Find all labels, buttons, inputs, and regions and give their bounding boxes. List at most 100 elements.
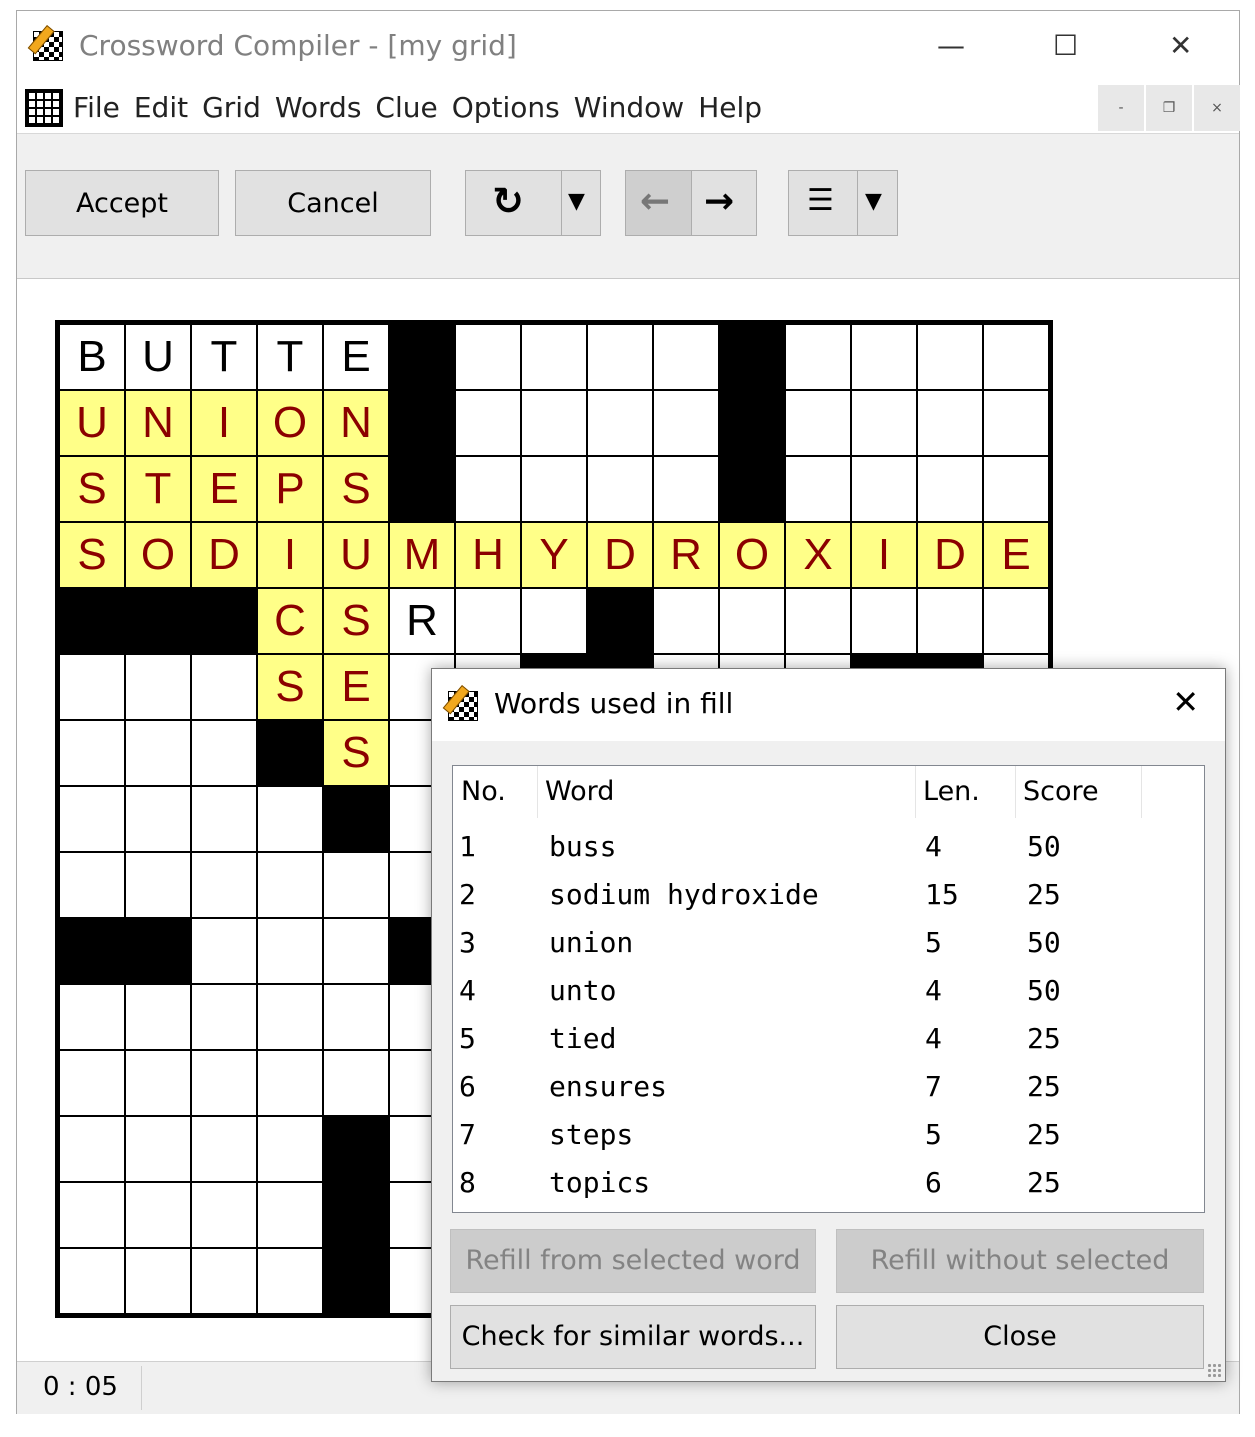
grid-cell[interactable]: I [850,521,918,589]
refill-split-button[interactable]: ↻ ▼ [465,170,601,236]
grid-cell[interactable]: N [322,389,390,457]
grid-cell[interactable]: S [322,719,390,787]
list-item[interactable]: 1 buss 4 50 [453,824,1204,872]
grid-block[interactable] [58,587,126,655]
grid-cell[interactable]: C [256,587,324,655]
grid-cell[interactable] [124,851,192,919]
grid-cell[interactable] [850,389,918,457]
grid-cell[interactable]: P [256,455,324,523]
grid-cell[interactable] [124,1247,192,1315]
column-divider[interactable] [1141,766,1142,818]
grid-cell[interactable] [916,323,984,391]
grid-cell[interactable]: D [586,521,654,589]
grid-cell[interactable] [124,719,192,787]
refresh-icon[interactable]: ↻ [492,179,524,223]
grid-cell[interactable]: S [322,455,390,523]
grid-cell[interactable] [256,1247,324,1315]
grid-cell[interactable] [454,323,522,391]
grid-cell[interactable]: R [388,587,456,655]
grid-block[interactable] [256,719,324,787]
grid-cell[interactable] [784,323,852,391]
maximize-button[interactable]: ☐ [1053,29,1078,62]
column-header-score[interactable]: Score [1023,776,1099,807]
grid-cell[interactable]: N [124,389,192,457]
grid-cell[interactable] [256,917,324,985]
grid-block[interactable] [322,1181,390,1249]
grid-cell[interactable] [124,785,192,853]
grid-cell[interactable]: M [388,521,456,589]
mdi-close-button[interactable]: × [1193,85,1240,131]
cancel-button[interactable]: Cancel [235,170,431,236]
grid-cell[interactable] [454,455,522,523]
grid-cell[interactable] [520,587,588,655]
grid-cell[interactable] [58,983,126,1051]
grid-cell[interactable] [520,455,588,523]
menu-grid[interactable]: Grid [202,91,261,124]
grid-cell[interactable] [58,851,126,919]
close-window-button[interactable]: ✕ [1169,29,1192,62]
grid-cell[interactable]: O [256,389,324,457]
grid-cell[interactable] [454,389,522,457]
list-item[interactable]: 2 sodium hydroxide 15 25 [453,872,1204,920]
grid-cell[interactable] [190,1049,258,1117]
check-similar-words-button[interactable]: Check for similar words... [450,1305,816,1369]
grid-cell[interactable]: S [58,521,126,589]
grid-cell[interactable] [190,1181,258,1249]
grid-cell[interactable] [322,983,390,1051]
grid-cell[interactable] [190,1247,258,1315]
grid-cell[interactable]: U [58,389,126,457]
column-header-len[interactable]: Len. [923,776,980,807]
grid-cell[interactable] [58,1049,126,1117]
list-item[interactable]: 5 tied 4 25 [453,1016,1204,1064]
minimize-button[interactable]: — [937,29,965,62]
grid-cell[interactable] [784,455,852,523]
grid-cell[interactable]: T [124,455,192,523]
chevron-down-icon[interactable]: ▼ [865,189,882,214]
chevron-down-icon[interactable]: ▼ [568,189,585,214]
menu-words[interactable]: Words [275,91,362,124]
grid-cell[interactable] [850,455,918,523]
grid-cell[interactable]: U [322,521,390,589]
grid-cell[interactable]: S [256,653,324,721]
list-item[interactable]: 4 unto 4 50 [453,968,1204,1016]
grid-cell[interactable]: D [916,521,984,589]
grid-cell[interactable] [190,917,258,985]
grid-cell[interactable]: S [322,587,390,655]
column-divider[interactable] [537,766,538,818]
grid-cell[interactable] [58,653,126,721]
grid-cell[interactable] [256,785,324,853]
grid-cell[interactable]: E [322,653,390,721]
grid-cell[interactable] [454,587,522,655]
grid-cell[interactable] [190,785,258,853]
grid-cell[interactable] [586,389,654,457]
grid-cell[interactable]: I [256,521,324,589]
mdi-minimize-button[interactable]: - [1097,85,1144,131]
grid-cell[interactable] [190,653,258,721]
grid-cell[interactable]: E [322,323,390,391]
grid-cell[interactable] [58,1181,126,1249]
grid-block[interactable] [718,323,786,391]
grid-cell[interactable] [256,1181,324,1249]
column-divider[interactable] [1015,766,1016,818]
grid-doc-icon[interactable] [25,89,63,127]
menu-edit[interactable]: Edit [134,91,188,124]
grid-cell[interactable] [124,1049,192,1117]
grid-block[interactable] [124,917,192,985]
grid-cell[interactable] [718,587,786,655]
grid-cell[interactable] [916,455,984,523]
grid-block[interactable] [322,1247,390,1315]
grid-cell[interactable] [190,851,258,919]
grid-cell[interactable]: S [58,455,126,523]
grid-block[interactable] [718,389,786,457]
grid-cell[interactable] [916,587,984,655]
grid-cell[interactable] [982,587,1050,655]
grid-cell[interactable]: T [190,323,258,391]
grid-block[interactable] [322,785,390,853]
list-item[interactable]: 3 union 5 50 [453,920,1204,968]
menu-options[interactable]: Options [452,91,560,124]
grid-cell[interactable] [850,323,918,391]
grid-block[interactable] [388,323,456,391]
refill-without-selected-button[interactable]: Refill without selected word [836,1229,1204,1338]
menu-window[interactable]: Window [574,91,684,124]
grid-cell[interactable]: B [58,323,126,391]
